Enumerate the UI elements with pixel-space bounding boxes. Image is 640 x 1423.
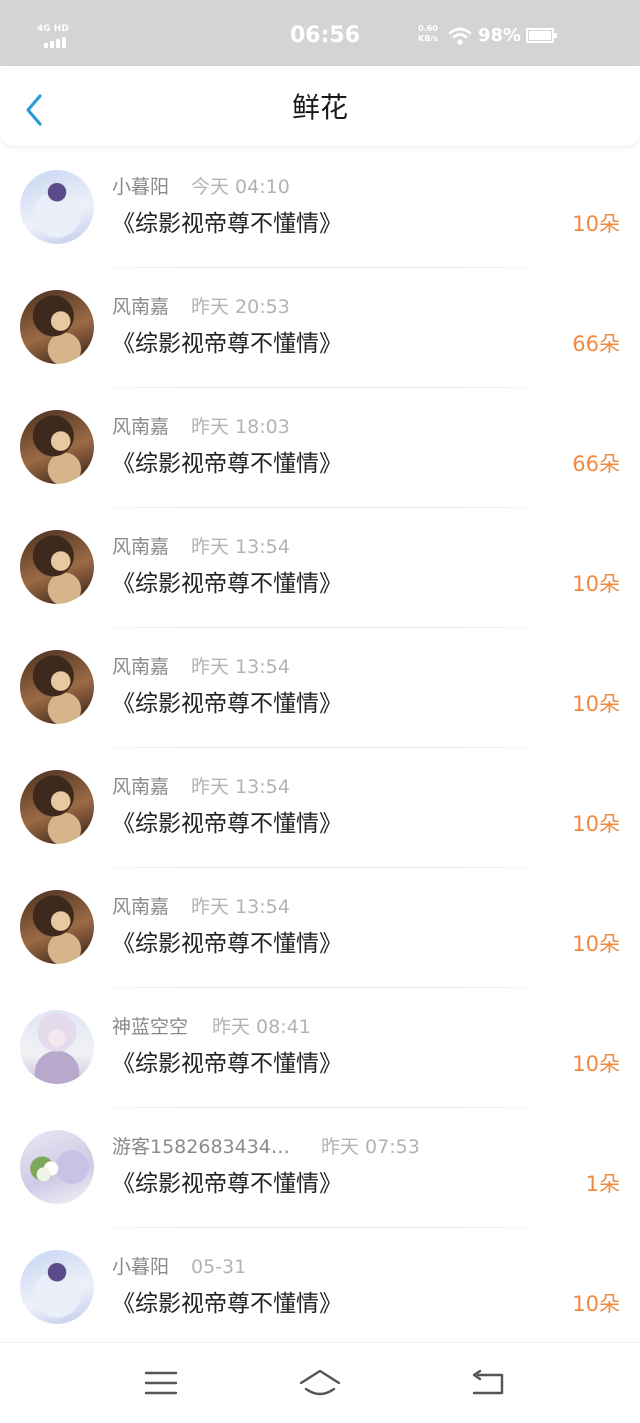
wifi-icon [448, 26, 472, 50]
timestamp: 昨天 13:54 [191, 656, 290, 678]
home-icon [299, 1369, 341, 1396]
list-item[interactable]: 风南嘉 昨天 13:54 《综影视帝尊不懂情》 10朵 [0, 628, 640, 748]
menu-button[interactable] [138, 1367, 182, 1399]
book-title: 《综影视帝尊不懂情》 [112, 1171, 342, 1197]
flower-count: 10朵 [572, 572, 620, 596]
network-speed-unit: KB/s [418, 34, 438, 43]
back-icon [472, 1369, 504, 1395]
timestamp: 昨天 18:03 [191, 416, 290, 438]
signal-icon: 4G HD [36, 24, 70, 48]
timestamp: 昨天 13:54 [191, 896, 290, 918]
list-item[interactable]: 风南嘉 昨天 13:54 《综影视帝尊不懂情》 10朵 [0, 748, 640, 868]
timestamp: 昨天 20:53 [191, 296, 290, 318]
flower-count: 10朵 [572, 1292, 620, 1316]
list-item[interactable]: 风南嘉 昨天 13:54 《综影视帝尊不懂情》 10朵 [0, 508, 640, 628]
book-title: 《综影视帝尊不懂情》 [112, 811, 342, 837]
status-time: 06:56 [290, 23, 361, 48]
flower-count: 1朵 [585, 1172, 620, 1196]
book-title: 《综影视帝尊不懂情》 [112, 331, 342, 357]
timestamp: 05-31 [191, 1256, 247, 1278]
timestamp: 昨天 07:53 [321, 1136, 420, 1158]
user-name: 风南嘉 [112, 656, 170, 678]
user-name: 神蓝空空 [112, 1016, 189, 1038]
avatar [20, 890, 94, 964]
avatar [20, 410, 94, 484]
user-name: 风南嘉 [112, 296, 170, 318]
status-bar: 4G HD 06:56 0.60 KB/s 98% [0, 0, 640, 66]
flower-count: 10朵 [572, 812, 620, 836]
list-item[interactable]: 小暮阳 今天 04:10 《综影视帝尊不懂情》 10朵 [0, 148, 640, 268]
user-name: 风南嘉 [112, 776, 170, 798]
avatar [20, 290, 94, 364]
back-nav-button[interactable] [466, 1367, 510, 1399]
list-item[interactable]: 小暮阳 05-31 《综影视帝尊不懂情》 10朵 [0, 1228, 640, 1348]
system-nav-bar [0, 1342, 640, 1423]
flower-count: 10朵 [572, 932, 620, 956]
flower-count: 10朵 [572, 692, 620, 716]
book-title: 《综影视帝尊不懂情》 [112, 451, 342, 477]
book-title: 《综影视帝尊不懂情》 [112, 1291, 342, 1317]
book-title: 《综影视帝尊不懂情》 [112, 211, 342, 237]
avatar [20, 1130, 94, 1204]
book-title: 《综影视帝尊不懂情》 [112, 691, 342, 717]
list-item[interactable]: 神蓝空空 昨天 08:41 《综影视帝尊不懂情》 10朵 [0, 988, 640, 1108]
timestamp: 昨天 13:54 [191, 536, 290, 558]
network-speed: 0.60 KB/s [418, 24, 438, 44]
avatar [20, 1250, 94, 1324]
flower-list: 小暮阳 今天 04:10 《综影视帝尊不懂情》 10朵 风南嘉 昨天 20:53… [0, 148, 640, 1348]
battery-percentage: 98% [478, 25, 522, 46]
battery-icon [526, 28, 557, 43]
book-title: 《综影视帝尊不懂情》 [112, 1051, 342, 1077]
book-title: 《综影视帝尊不懂情》 [112, 931, 342, 957]
menu-icon [144, 1371, 178, 1395]
flower-count: 66朵 [572, 332, 620, 356]
avatar [20, 650, 94, 724]
list-item[interactable]: 风南嘉 昨天 20:53 《综影视帝尊不懂情》 66朵 [0, 268, 640, 388]
flower-count: 66朵 [572, 452, 620, 476]
avatar [20, 170, 94, 244]
avatar [20, 1010, 94, 1084]
network-type: 4G HD [37, 24, 69, 34]
timestamp: 昨天 08:41 [212, 1016, 311, 1038]
header: 鲜花 [0, 66, 640, 146]
list-item[interactable]: 游客1582683434… 昨天 07:53 《综影视帝尊不懂情》 1朵 [0, 1108, 640, 1228]
user-name: 风南嘉 [112, 416, 170, 438]
user-name: 小暮阳 [112, 1256, 170, 1278]
list-item[interactable]: 风南嘉 昨天 18:03 《综影视帝尊不懂情》 66朵 [0, 388, 640, 508]
user-name: 风南嘉 [112, 536, 170, 558]
book-title: 《综影视帝尊不懂情》 [112, 571, 342, 597]
avatar [20, 770, 94, 844]
user-name: 风南嘉 [112, 896, 170, 918]
timestamp: 昨天 13:54 [191, 776, 290, 798]
home-button[interactable] [298, 1367, 342, 1399]
flower-count: 10朵 [572, 1052, 620, 1076]
avatar [20, 530, 94, 604]
page-title: 鲜花 [291, 91, 348, 124]
user-name: 小暮阳 [112, 176, 170, 198]
user-name: 游客1582683434… [112, 1136, 290, 1158]
flower-count: 10朵 [572, 212, 620, 236]
list-item[interactable]: 风南嘉 昨天 13:54 《综影视帝尊不懂情》 10朵 [0, 868, 640, 988]
timestamp: 今天 04:10 [191, 176, 290, 198]
network-speed-value: 0.60 [418, 24, 438, 33]
